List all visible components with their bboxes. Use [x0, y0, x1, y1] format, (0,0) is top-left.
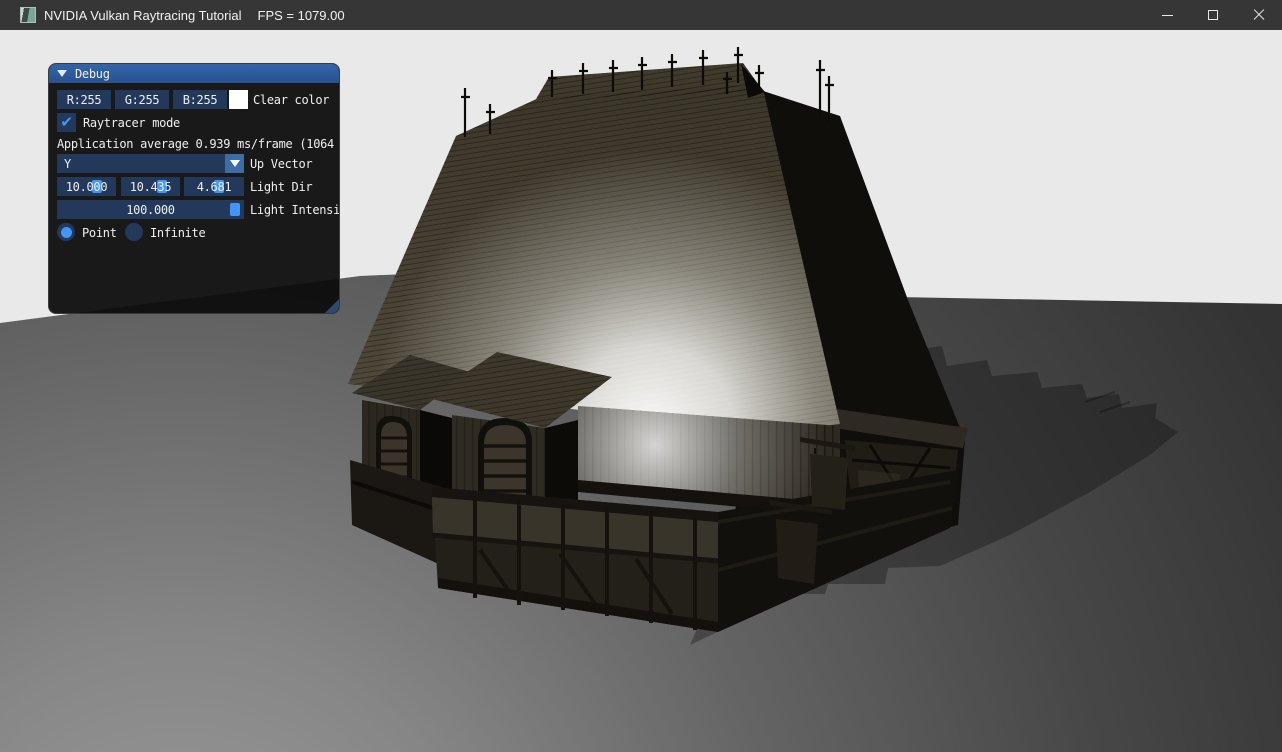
clear-color-label: Clear color — [253, 93, 329, 107]
stats-row: Application average 0.939 ms/frame (1064 — [57, 137, 339, 151]
up-vector-value: Y — [64, 157, 71, 171]
window-controls — [1144, 0, 1282, 30]
light-intensity-value: 100.000 — [57, 203, 244, 217]
radio-infinite[interactable] — [125, 223, 143, 241]
resize-grip[interactable] — [325, 299, 339, 313]
light-intensity-row: 100.000 Light Intensity — [57, 200, 339, 219]
minimize-button[interactable] — [1144, 0, 1190, 30]
blue-value-button[interactable]: B:255 — [173, 90, 227, 109]
fps-counter: FPS = 1079.00 — [258, 8, 345, 23]
light-dir-x-slider[interactable]: 10.000 — [57, 177, 116, 196]
light-dir-label: Light Dir — [250, 180, 312, 194]
maximize-icon — [1208, 10, 1218, 20]
radio-point-label: Point — [82, 226, 117, 240]
frame-stats-text: Application average 0.939 ms/frame (1064 — [57, 137, 334, 151]
chevron-down-icon[interactable] — [225, 154, 244, 173]
debug-panel: Debug R:255 G:255 B:255 Clear color ✔ Ra… — [48, 63, 340, 314]
light-dir-row: 10.000 10.435 4.681 Light Dir — [57, 177, 339, 196]
app-icon — [20, 7, 36, 23]
debug-panel-title: Debug — [75, 67, 110, 81]
light-dir-y-value: 10.435 — [121, 180, 180, 194]
window-title: NVIDIA Vulkan Raytracing Tutorial — [44, 8, 242, 23]
light-dir-x-value: 10.000 — [57, 180, 116, 194]
light-dir-z-slider[interactable]: 4.681 — [184, 177, 244, 196]
window-titlebar[interactable]: NVIDIA Vulkan Raytracing Tutorial FPS = … — [0, 0, 1282, 30]
red-value-button[interactable]: R:255 — [57, 90, 111, 109]
raytracer-mode-label: Raytracer mode — [83, 116, 180, 130]
raytracer-mode-checkbox[interactable]: ✔ — [57, 113, 76, 132]
light-intensity-slider[interactable]: 100.000 — [57, 200, 244, 219]
up-vector-row: Y Up Vector — [57, 154, 339, 173]
triangle-down-icon[interactable] — [57, 70, 67, 77]
clear-color-swatch[interactable] — [229, 90, 248, 109]
light-dir-z-value: 4.681 — [184, 180, 244, 194]
clear-color-row: R:255 G:255 B:255 Clear color — [57, 90, 339, 109]
radio-infinite-label: Infinite — [150, 226, 205, 240]
debug-panel-titlebar[interactable]: Debug — [49, 64, 339, 83]
light-type-row: Point Infinite — [57, 223, 339, 242]
radio-point[interactable] — [57, 223, 75, 241]
light-dir-y-slider[interactable]: 10.435 — [121, 177, 180, 196]
close-icon — [1252, 8, 1266, 22]
light-intensity-label: Light Intensity — [250, 203, 340, 217]
checkmark-icon: ✔ — [60, 115, 72, 130]
radio-selected-dot — [61, 227, 72, 238]
maximize-button[interactable] — [1190, 0, 1236, 30]
up-vector-label: Up Vector — [250, 157, 312, 171]
up-vector-combo[interactable]: Y — [57, 154, 244, 173]
raytracer-mode-row: ✔ Raytracer mode — [57, 113, 339, 132]
close-button[interactable] — [1236, 0, 1282, 30]
green-value-button[interactable]: G:255 — [115, 90, 169, 109]
minimize-icon — [1162, 15, 1173, 16]
